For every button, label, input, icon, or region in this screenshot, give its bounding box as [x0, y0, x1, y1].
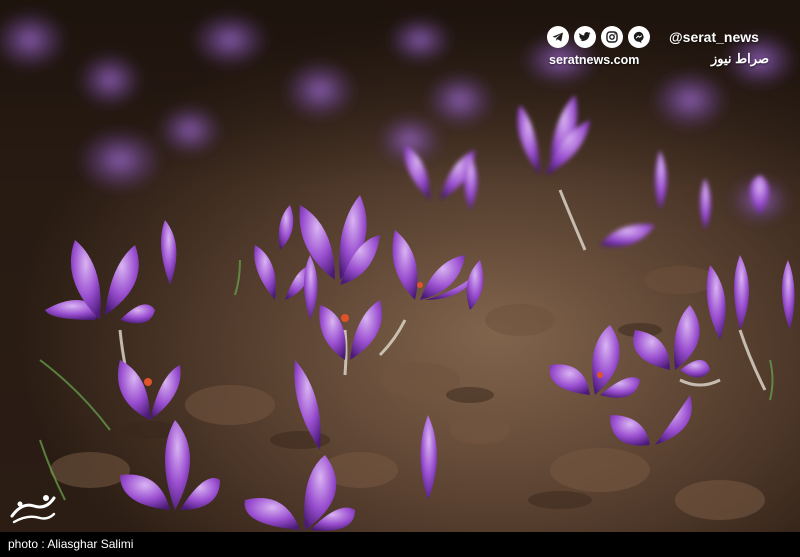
- telegram-icon: [547, 26, 569, 48]
- social-handle: @serat_news: [669, 29, 759, 45]
- saffron-field-photo: [0, 0, 800, 532]
- brand-name-persian: صراط نیوز: [711, 51, 769, 66]
- messenger-icon: [628, 26, 650, 48]
- photo-credit: photo : Aliasghar Salimi: [8, 537, 134, 551]
- instagram-icon: [601, 26, 623, 48]
- social-icons: [547, 26, 650, 48]
- serat-logo-icon: [10, 495, 56, 524]
- photo-credit-bar: photo : Aliasghar Salimi: [0, 532, 800, 557]
- watermark: @serat_news seratnews.com صراط نیوز: [547, 26, 775, 74]
- twitter-icon: [574, 26, 596, 48]
- site-url: seratnews.com: [549, 53, 640, 67]
